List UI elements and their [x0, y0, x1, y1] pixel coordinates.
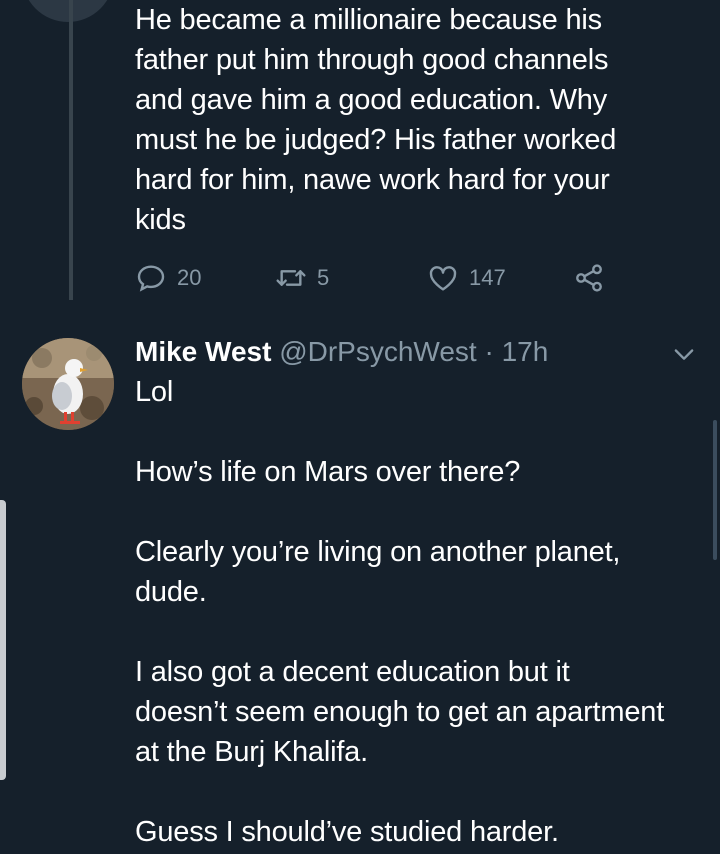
tweet-header: Mike West @DrPsychWest · 17h [135, 332, 700, 372]
share-button[interactable] [573, 262, 605, 294]
reply-button[interactable]: 20 [135, 262, 201, 294]
retweet-button[interactable]: 5 [275, 262, 329, 294]
scrollbar[interactable] [713, 420, 717, 560]
seagull-avatar-image [22, 338, 114, 430]
header-separator: · [484, 336, 494, 367]
retweet-count: 5 [317, 265, 330, 290]
previous-tweet-actions: 20 5 147 [135, 262, 615, 302]
reply-count: 20 [177, 265, 202, 290]
thread-connector-line [69, 0, 73, 300]
author-name[interactable]: Mike West [135, 336, 271, 367]
like-icon [429, 266, 457, 291]
retweet-icon [276, 270, 306, 286]
chevron-down-icon [674, 349, 694, 360]
previous-tweet[interactable]: He became a millionaire because his fath… [135, 0, 695, 240]
reply-tweet-text: Lol How’s life on Mars over there? Clear… [135, 376, 665, 848]
like-button[interactable]: 147 [427, 262, 506, 294]
like-count: 147 [469, 265, 506, 290]
previous-tweet-text: He became a millionaire because his fath… [135, 4, 617, 236]
author-avatar[interactable] [22, 338, 114, 430]
previous-author-avatar[interactable] [22, 0, 114, 22]
share-icon [576, 264, 602, 292]
reply-icon [137, 265, 165, 292]
edge-drag-handle[interactable] [0, 500, 6, 780]
reply-tweet[interactable]: Mike West @DrPsychWest · 17h Lol How’s l… [135, 332, 700, 852]
tweet-timestamp[interactable]: 17h [502, 336, 549, 367]
author-handle[interactable]: @DrPsychWest [279, 336, 477, 367]
tweet-options-button[interactable] [670, 340, 698, 368]
